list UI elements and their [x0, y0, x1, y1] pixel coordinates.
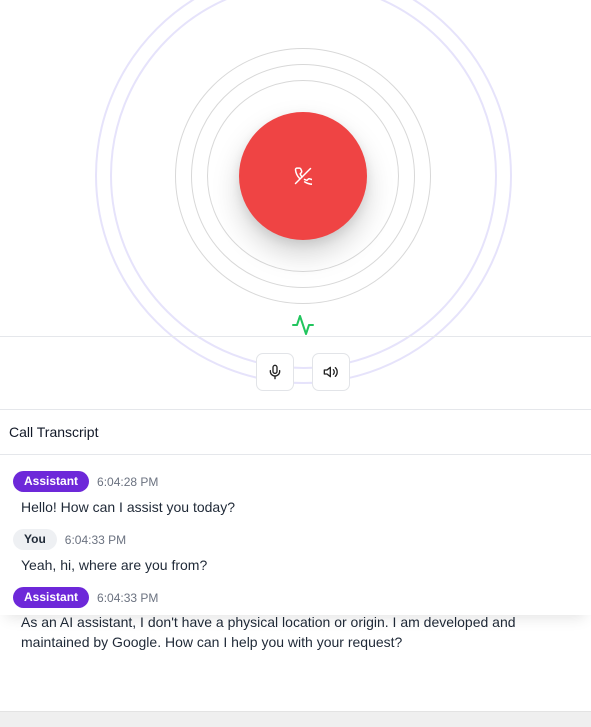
phone-off-icon — [294, 167, 312, 185]
message-header: Assistant 6:04:28 PM — [13, 471, 158, 492]
message-text: Yeah, hi, where are you from? — [21, 557, 208, 573]
role-badge-assistant: Assistant — [13, 587, 90, 608]
message-header: You 6:04:33 PM — [13, 529, 126, 550]
message-time: 6:04:33 PM — [97, 590, 159, 605]
message-time: 6:04:28 PM — [97, 474, 159, 489]
activity-pulse-icon — [292, 315, 314, 335]
speaker-volume-icon — [323, 366, 338, 378]
message-header: Assistant 6:04:33 PM — [13, 587, 158, 608]
end-call-button[interactable] — [239, 112, 367, 240]
microphone-icon — [269, 364, 281, 380]
divider — [0, 336, 591, 337]
message-text: Hello! How can I assist you today? — [21, 499, 235, 515]
voice-call-screen: Call Transcript As an AI assistant, I do… — [0, 0, 591, 727]
speaker-button[interactable] — [312, 353, 350, 391]
transcript-title: Call Transcript — [9, 424, 99, 440]
divider — [0, 409, 591, 410]
transcript-panel: Assistant 6:04:28 PM Hello! How can I as… — [0, 455, 591, 615]
message-time: 6:04:33 PM — [64, 532, 127, 547]
role-badge-you: You — [13, 529, 57, 550]
role-badge-assistant: Assistant — [13, 471, 90, 492]
message-text: As an AI assistant, I don't have a physi… — [21, 614, 516, 650]
bottom-bar — [0, 711, 591, 727]
microphone-button[interactable] — [256, 353, 294, 391]
